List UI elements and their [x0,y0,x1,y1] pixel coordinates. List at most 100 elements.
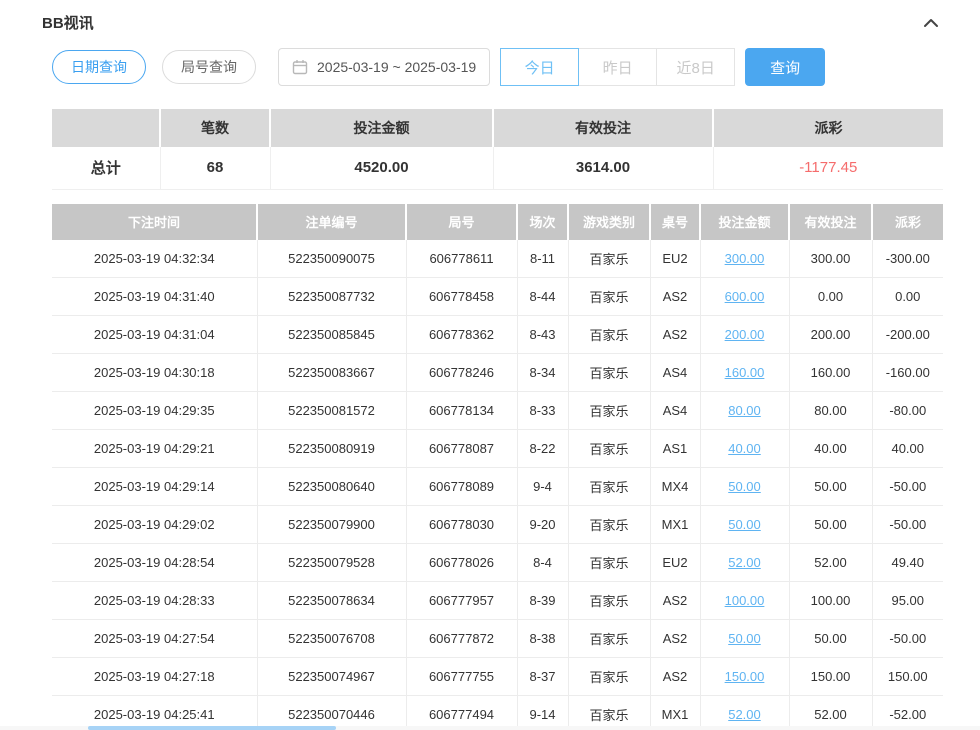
cell-bet-id: 522350076708 [257,620,406,658]
bet-amount-link[interactable]: 200.00 [725,327,765,342]
quick-range-group: 今日 昨日 近8日 [500,48,735,86]
cell-table-no: AS4 [650,354,700,392]
cell-bet-amount: 300.00 [700,240,789,278]
cell-session: 8-11 [517,240,568,278]
cell-session: 8-22 [517,430,568,468]
cell-session: 8-43 [517,316,568,354]
cell-table-no: AS2 [650,658,700,696]
quick-range-yesterday[interactable]: 昨日 [578,48,657,86]
bet-amount-link[interactable]: 52.00 [728,555,761,570]
cell-payout: 49.40 [872,544,943,582]
quick-range-last8days[interactable]: 近8日 [656,48,735,86]
date-range-picker[interactable]: 2025-03-19 ~ 2025-03-19 [278,48,490,86]
cell-time: 2025-03-19 04:32:34 [52,240,257,278]
date-query-tab[interactable]: 日期查询 [52,50,146,84]
header-payout: 派彩 [872,204,943,240]
header-round-id: 局号 [406,204,517,240]
cell-time: 2025-03-19 04:29:21 [52,430,257,468]
cell-round-id: 606777872 [406,620,517,658]
bet-amount-link[interactable]: 100.00 [725,593,765,608]
cell-game-type: 百家乐 [568,468,650,506]
header-bet-time: 下注时间 [52,204,257,240]
cell-bet-amount: 50.00 [700,620,789,658]
cell-round-id: 606778089 [406,468,517,506]
cell-valid-bet: 80.00 [789,392,872,430]
collapse-button[interactable] [922,16,940,30]
cell-session: 8-34 [517,354,568,392]
bet-amount-link[interactable]: 50.00 [728,631,761,646]
header-table-no: 桌号 [650,204,700,240]
cell-game-type: 百家乐 [568,316,650,354]
bet-amount-link[interactable]: 160.00 [725,365,765,380]
table-row: 2025-03-19 04:27:54522350076708606777872… [52,620,943,658]
table-row: 2025-03-19 04:29:02522350079900606778030… [52,506,943,544]
summary-header-blank [52,109,160,147]
cell-bet-amount: 52.00 [700,696,789,730]
chevron-up-icon [922,16,940,30]
cell-table-no: AS4 [650,392,700,430]
cell-game-type: 百家乐 [568,658,650,696]
cell-bet-amount: 100.00 [700,582,789,620]
cell-time: 2025-03-19 04:28:54 [52,544,257,582]
horizontal-scrollbar-thumb[interactable] [88,726,336,730]
detail-header-row: 下注时间 注单编号 局号 场次 游戏类别 桌号 投注金额 有效投注 派彩 [52,204,943,240]
table-row: 2025-03-19 04:31:40522350087732606778458… [52,278,943,316]
cell-session: 9-14 [517,696,568,730]
bet-amount-link[interactable]: 50.00 [728,517,761,532]
cell-time: 2025-03-19 04:27:18 [52,658,257,696]
cell-bet-id: 522350079528 [257,544,406,582]
summary-header-payout: 派彩 [713,109,943,147]
cell-time: 2025-03-19 04:28:33 [52,582,257,620]
cell-bet-id: 522350081572 [257,392,406,430]
cell-bet-id: 522350078634 [257,582,406,620]
bet-amount-link[interactable]: 150.00 [725,669,765,684]
bet-amount-link[interactable]: 40.00 [728,441,761,456]
cell-game-type: 百家乐 [568,506,650,544]
header-session: 场次 [517,204,568,240]
bet-amount-link[interactable]: 52.00 [728,707,761,722]
cell-time: 2025-03-19 04:30:18 [52,354,257,392]
cell-valid-bet: 0.00 [789,278,872,316]
cell-table-no: AS2 [650,316,700,354]
cell-bet-amount: 150.00 [700,658,789,696]
bb-video-panel: BB视讯 日期查询 局号查询 2025-03-19 ~ 2025-03-19 [0,0,980,730]
summary-header-valid-bet: 有效投注 [493,109,713,147]
cell-bet-id: 522350083667 [257,354,406,392]
summary-total-label: 总计 [52,147,160,189]
quick-range-today[interactable]: 今日 [500,48,579,86]
cell-round-id: 606778087 [406,430,517,468]
cell-bet-amount: 52.00 [700,544,789,582]
cell-session: 9-20 [517,506,568,544]
panel-header: BB视讯 [0,0,980,33]
cell-payout: -52.00 [872,696,943,730]
cell-round-id: 606778246 [406,354,517,392]
search-button[interactable]: 查询 [745,48,825,86]
cell-valid-bet: 40.00 [789,430,872,468]
cell-bet-id: 522350070446 [257,696,406,730]
cell-round-id: 606778611 [406,240,517,278]
cell-table-no: AS2 [650,620,700,658]
bet-amount-link[interactable]: 80.00 [728,403,761,418]
cell-table-no: AS2 [650,278,700,316]
cell-game-type: 百家乐 [568,240,650,278]
header-game-type: 游戏类别 [568,204,650,240]
cell-valid-bet: 50.00 [789,468,872,506]
bet-amount-link[interactable]: 50.00 [728,479,761,494]
cell-payout: 95.00 [872,582,943,620]
bet-amount-link[interactable]: 300.00 [725,251,765,266]
table-row: 2025-03-19 04:27:18522350074967606777755… [52,658,943,696]
cell-table-no: MX1 [650,506,700,544]
cell-session: 8-33 [517,392,568,430]
cell-valid-bet: 100.00 [789,582,872,620]
cell-round-id: 606778026 [406,544,517,582]
cell-game-type: 百家乐 [568,620,650,658]
bet-amount-link[interactable]: 600.00 [725,289,765,304]
table-row: 2025-03-19 04:25:41522350070446606777494… [52,696,943,730]
cell-round-id: 606778362 [406,316,517,354]
cell-game-type: 百家乐 [568,354,650,392]
cell-bet-amount: 50.00 [700,468,789,506]
horizontal-scrollbar-track[interactable] [0,726,980,730]
round-query-tab[interactable]: 局号查询 [162,50,256,84]
cell-round-id: 606777957 [406,582,517,620]
cell-valid-bet: 50.00 [789,506,872,544]
